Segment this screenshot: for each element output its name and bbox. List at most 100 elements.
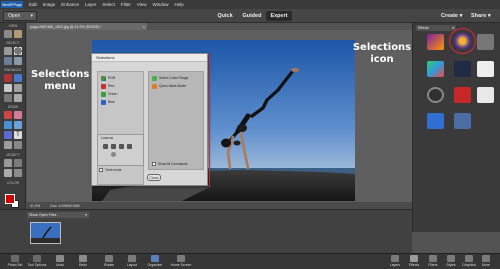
chevron-down-icon: ▾ (458, 13, 463, 19)
gradient-tool-icon[interactable] (14, 121, 22, 129)
more-icon (482, 255, 490, 262)
invert-selection-icon[interactable] (111, 152, 116, 157)
thumbnail-image (31, 223, 60, 243)
tab-quick[interactable]: Quick (213, 11, 237, 21)
dialog-title: Selections (92, 54, 207, 62)
intersect-selection-icon[interactable] (127, 144, 132, 149)
recompose-tool-icon[interactable] (14, 159, 22, 167)
lasso-tool-icon[interactable] (4, 57, 12, 65)
effect-thumb-1[interactable] (427, 34, 444, 50)
smudge-tool-icon[interactable] (14, 141, 22, 149)
app-logo[interactable]: NewRPPage (1, 1, 23, 8)
brush-tool-icon[interactable] (4, 111, 12, 119)
taskbar-label: More (482, 263, 490, 267)
menu-view[interactable]: View (137, 2, 147, 7)
menu-help[interactable]: Help (175, 2, 184, 7)
menu-enhance[interactable]: Enhance (61, 2, 79, 7)
selection-command-list[interactable]: Select Color Range Quick Mask Mode (148, 71, 204, 170)
show-all-commands-checkbox[interactable]: Show All Commands (152, 162, 187, 166)
move-tool-icon[interactable] (4, 47, 12, 55)
list-item[interactable]: Select Color Range (152, 75, 188, 81)
effect-thumb-3[interactable] (477, 34, 494, 50)
foreground-color-swatch[interactable] (5, 194, 15, 204)
menu-filter[interactable]: Filter (121, 2, 131, 7)
photo-bin-dropdown[interactable]: Show Open Files ▾ (27, 212, 89, 218)
close-icon[interactable]: × (143, 25, 145, 29)
photo-bin-icon (11, 255, 19, 262)
mode-bar: Open ▾ Quick Guided Expert Create ▾ Shar… (0, 9, 500, 23)
section-draw: DRAW (7, 105, 19, 109)
menu-window[interactable]: Window (153, 2, 169, 7)
selections-icon-annotation: Selections icon (352, 42, 412, 66)
tonle-mode-checkbox[interactable]: Tonle mode (99, 168, 121, 172)
blue-channel-icon (101, 99, 106, 105)
section-color: COLOR (6, 181, 20, 185)
tab-expert[interactable]: Expert (266, 11, 292, 21)
status-bar: 41.9% Doc: 6.59M/6.59M (27, 202, 412, 209)
undo-icon (56, 255, 64, 262)
eraser-tool-icon[interactable] (14, 111, 22, 119)
selections-dialog: Selections RGB Red Green Blue Select Col… (91, 53, 208, 186)
red-eye-tool-icon[interactable] (4, 74, 12, 82)
magic-wand-icon[interactable] (14, 57, 22, 65)
blur-tool-icon[interactable] (4, 94, 12, 102)
section-view: VIEW (8, 24, 18, 28)
share-button[interactable]: Share ▾ (471, 11, 491, 21)
effect-thumb-10[interactable] (427, 113, 444, 129)
type-tool-icon[interactable]: T (14, 131, 22, 139)
effect-thumb-7[interactable] (427, 87, 444, 103)
open-file-thumbnail[interactable] (30, 222, 61, 244)
clone-stamp-icon[interactable] (14, 84, 22, 92)
open-button[interactable]: Open ▾ (3, 11, 37, 21)
home-screen-button[interactable]: Home Screen (166, 254, 196, 269)
list-item[interactable]: RGB (101, 75, 115, 81)
hand-tool-icon[interactable] (14, 30, 22, 38)
paint-bucket-icon[interactable] (4, 121, 12, 129)
sponge-tool-icon[interactable] (14, 94, 22, 102)
new-selection-icon[interactable] (103, 144, 108, 149)
taskbar-label: Home Screen (170, 263, 192, 267)
effect-thumb-9[interactable] (477, 87, 494, 103)
marquee-tool-icon[interactable] (14, 47, 22, 55)
menu-layer[interactable]: Layer (85, 2, 96, 7)
content-move-icon[interactable] (4, 169, 12, 177)
effect-thumb-4[interactable] (427, 61, 444, 77)
list-item[interactable]: Red (101, 83, 114, 89)
subtract-selection-icon[interactable] (119, 144, 124, 149)
list-item-label: Quick Mask Mode (159, 84, 187, 88)
panel-dropdown[interactable]: Effects ▾ (416, 25, 456, 31)
effect-thumb-11[interactable] (454, 113, 471, 129)
spot-healing-icon[interactable] (14, 74, 22, 82)
list-item-label: Green (108, 92, 118, 96)
close-button[interactable]: Close (147, 174, 161, 181)
list-item-label: Blue (108, 100, 115, 104)
crop-tool-icon[interactable] (4, 159, 12, 167)
shape-tool-icon[interactable] (4, 131, 12, 139)
checkbox-label: Show All Commands (158, 162, 188, 166)
annotation-line: menu (44, 81, 76, 92)
add-selection-icon[interactable] (111, 144, 116, 149)
tab-guided[interactable]: Guided (238, 11, 266, 21)
menu-image[interactable]: Image (43, 2, 56, 7)
zoom-tool-icon[interactable] (4, 30, 12, 38)
straighten-tool-icon[interactable] (14, 169, 22, 177)
effect-thumb-6[interactable] (477, 61, 494, 77)
annotation-line: Selections (352, 42, 412, 53)
selections-icon-highlight (449, 28, 476, 54)
smart-brush-icon[interactable] (4, 84, 12, 92)
list-item[interactable]: Blue (101, 99, 115, 105)
effect-thumb-8[interactable] (454, 87, 471, 103)
effect-thumb-5[interactable] (454, 61, 471, 77)
list-item[interactable]: Green (101, 91, 117, 97)
section-enhance: ENHANCE (4, 68, 22, 72)
pencil-tool-icon[interactable] (4, 141, 12, 149)
more-button[interactable]: More (472, 254, 500, 269)
menu-select[interactable]: Select (102, 2, 115, 7)
create-button[interactable]: Create ▾ (441, 11, 462, 21)
document-tab[interactable]: yoga-2587466_1920.jpg @ 41.9% (RGB/8) * … (27, 23, 147, 30)
color-range-icon (152, 75, 157, 81)
dialog-edge-marker (209, 53, 210, 187)
list-item[interactable]: Quick Mask Mode (152, 83, 186, 89)
selections-menu-annotation: Selections menu (31, 69, 89, 93)
menu-edit[interactable]: Edit (29, 2, 37, 7)
